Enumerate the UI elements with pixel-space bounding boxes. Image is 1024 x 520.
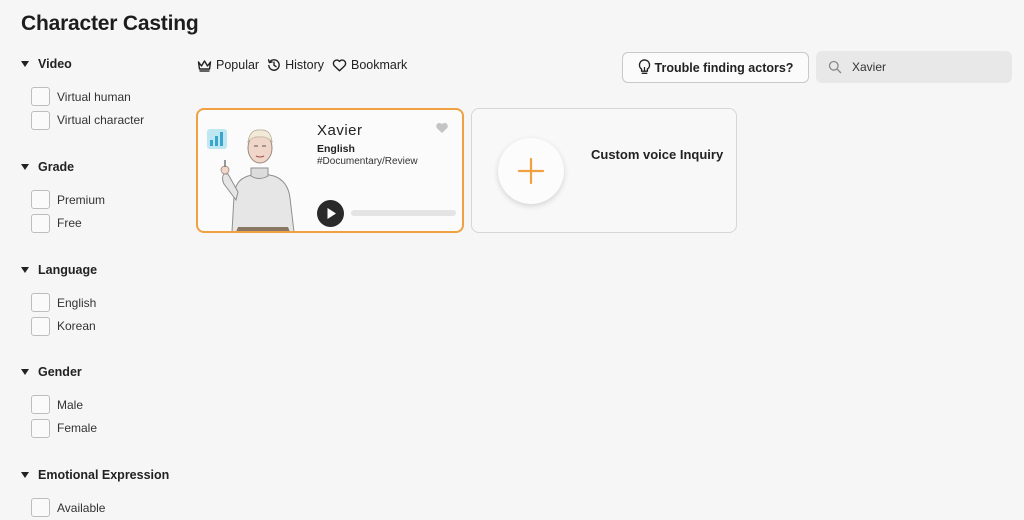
actor-tags: #Documentary/Review	[317, 156, 418, 167]
plus-icon	[518, 158, 544, 184]
filter-option-female[interactable]: Female	[31, 417, 190, 441]
filter-header-language[interactable]: Language	[20, 260, 190, 280]
filter-header-gender[interactable]: Gender	[20, 362, 190, 382]
tab-popular[interactable]: Popular	[197, 58, 259, 72]
option-label: Virtual human	[57, 89, 131, 104]
checkbox[interactable]	[31, 418, 50, 438]
option-label: Korean	[57, 319, 96, 334]
filter-option-korean[interactable]: Korean	[31, 315, 190, 339]
option-label: Female	[57, 421, 98, 436]
caret-down-icon	[21, 61, 29, 67]
search-input[interactable]	[852, 60, 992, 74]
trouble-label: Trouble finding actors?	[654, 60, 794, 75]
caret-down-icon	[21, 472, 29, 478]
option-label: Free	[57, 216, 82, 231]
option-label: Virtual character	[57, 113, 145, 128]
tab-label: Popular	[216, 58, 260, 72]
tab-label: History	[285, 58, 324, 72]
checkbox[interactable]	[31, 395, 50, 415]
filter-header-grade[interactable]: Grade	[20, 157, 190, 177]
heart-icon	[332, 58, 347, 71]
filter-option-virtual-human[interactable]: Virtual human	[31, 85, 190, 109]
checkbox[interactable]	[31, 498, 50, 518]
filter-option-premium[interactable]: Premium	[31, 188, 190, 212]
search-icon	[828, 60, 842, 74]
filter-group-language: Language English Korean	[20, 260, 190, 338]
caret-down-icon	[21, 164, 29, 170]
filter-group-gender: Gender Male Female	[20, 362, 190, 440]
filter-group-grade: Grade Premium Free	[20, 157, 190, 235]
history-icon	[267, 59, 280, 71]
checkbox[interactable]	[31, 110, 50, 130]
search-box[interactable]	[816, 51, 1012, 83]
lightbulb-icon	[638, 59, 650, 75]
checkbox[interactable]	[31, 213, 50, 233]
checkbox[interactable]	[31, 87, 50, 107]
actor-card[interactable]: Xavier English #Documentary/Review	[196, 108, 464, 233]
tab-history[interactable]: History	[267, 58, 324, 72]
option-label: Available	[57, 500, 106, 515]
filter-title: Video	[38, 57, 72, 71]
filter-option-free[interactable]: Free	[31, 212, 190, 236]
page-title: Character Casting	[21, 12, 199, 35]
filter-title: Grade	[38, 160, 75, 174]
tab-bookmark[interactable]: Bookmark	[332, 58, 407, 72]
caret-down-icon	[21, 369, 29, 375]
option-label: Premium	[57, 192, 106, 207]
trouble-finding-actors-button[interactable]: Trouble finding actors?	[622, 52, 809, 83]
play-icon	[327, 208, 336, 219]
actor-name: Xavier	[317, 122, 363, 139]
filter-group-emotional-expression: Emotional Expression Available	[20, 465, 190, 520]
filter-option-english[interactable]: English	[31, 291, 190, 315]
play-button[interactable]	[317, 200, 344, 227]
checkbox[interactable]	[31, 293, 50, 313]
actor-language: English	[317, 143, 355, 155]
checkbox[interactable]	[31, 190, 50, 210]
custom-voice-inquiry-card[interactable]: Custom voice Inquiry	[471, 108, 737, 233]
add-button[interactable]	[498, 138, 564, 204]
option-label: Male	[57, 397, 84, 412]
bookmark-heart-icon[interactable]	[435, 122, 449, 134]
filter-title: Language	[38, 263, 98, 277]
filter-title: Emotional Expression	[38, 468, 170, 482]
checkbox[interactable]	[31, 316, 50, 336]
filter-option-virtual-character[interactable]: Virtual character	[31, 109, 190, 133]
sort-tabs: Popular History Bookmark	[197, 58, 415, 72]
option-label: English	[57, 295, 97, 310]
tab-label: Bookmark	[351, 58, 408, 72]
caret-down-icon	[21, 267, 29, 273]
custom-voice-label: Custom voice Inquiry	[591, 147, 724, 162]
actor-portrait	[207, 129, 295, 231]
filter-header-emotional-expression[interactable]: Emotional Expression	[20, 465, 190, 485]
crown-icon	[197, 59, 212, 72]
filter-header-video[interactable]: Video	[20, 54, 190, 74]
filter-option-male[interactable]: Male	[31, 393, 190, 417]
filter-group-video: Video Virtual human Virtual character	[20, 54, 190, 132]
audio-progress-bar[interactable]	[351, 210, 456, 216]
filter-title: Gender	[38, 365, 82, 379]
